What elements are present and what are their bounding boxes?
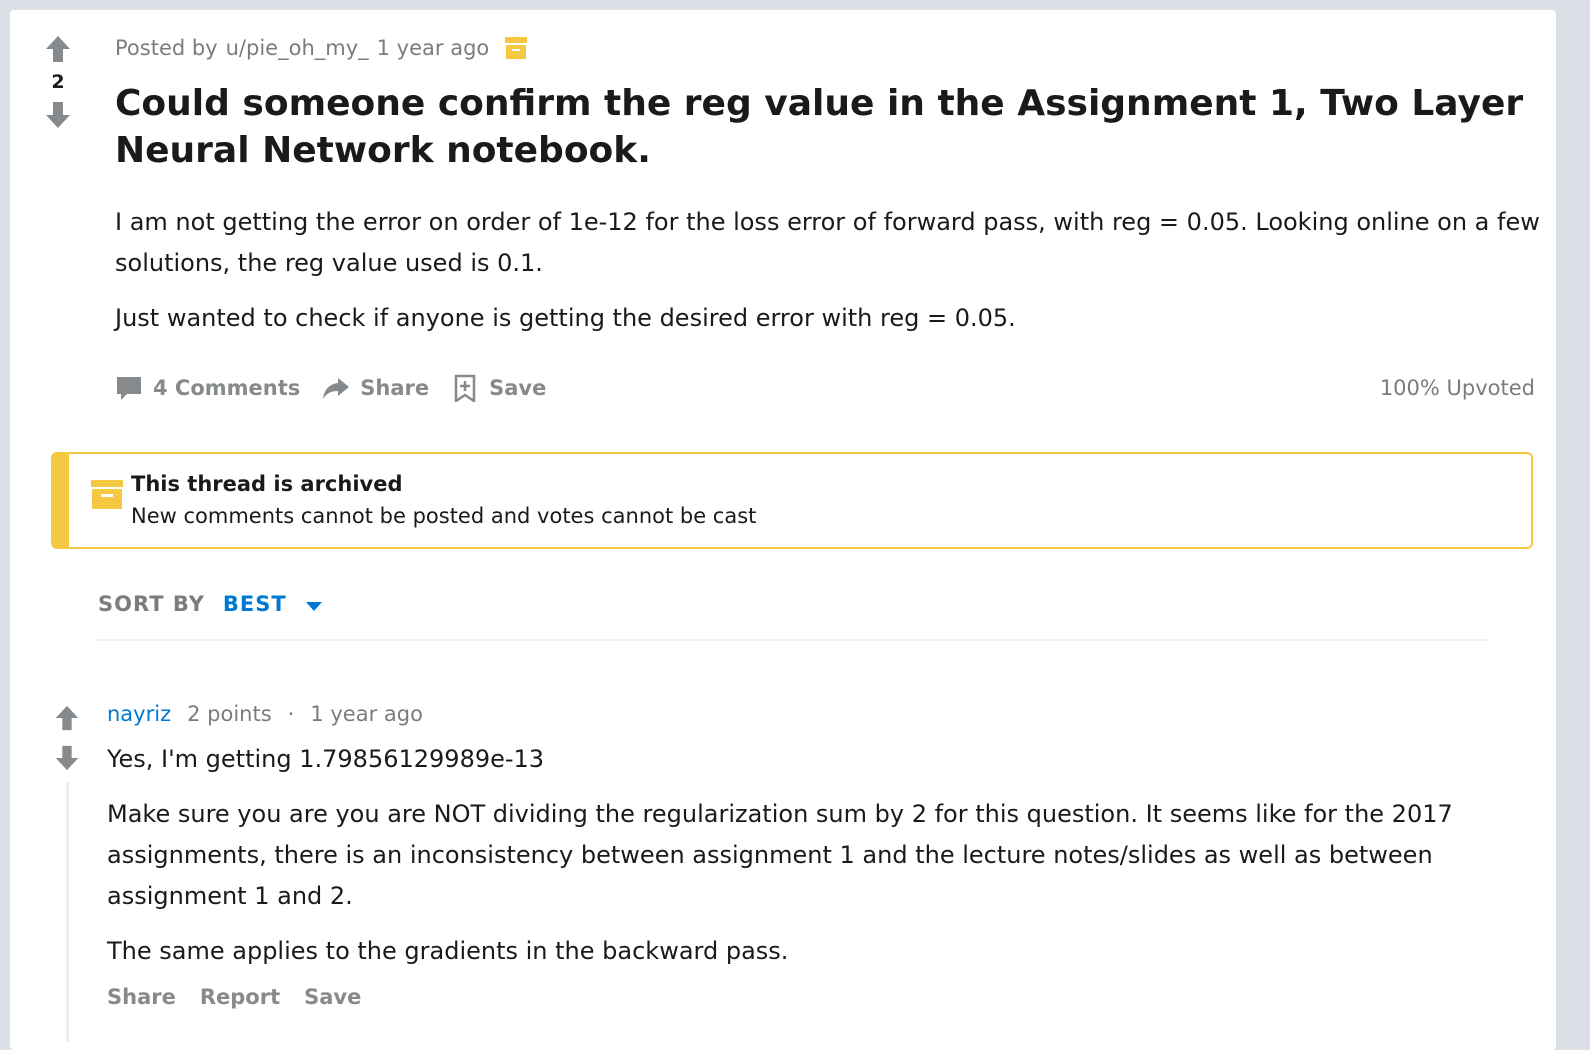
upvote-ratio: 100% Upvoted [1379,376,1535,400]
sort-dropdown[interactable]: BEST [223,592,287,616]
post-score: 2 [51,71,65,93]
archive-icon [505,37,528,59]
post-actions: 4 Comments Share Save 100% Upvoted [115,368,1535,408]
post-card: 2 Posted by u/pie_oh_my_ 1 year ago Coul… [10,10,1556,1050]
post-time[interactable]: 1 year ago [377,36,490,60]
post-vote-column: 2 [38,34,78,130]
divider [98,639,1487,641]
comment-save-button[interactable]: Save [304,985,361,1009]
post-body-paragraph: Just wanted to check if anyone is gettin… [115,304,1016,332]
share-label: Share [360,376,430,400]
comments-label: 4 Comments [153,376,301,400]
comment-paragraph: Yes, I'm getting 1.79856129989e-13 [107,745,545,773]
downvote-arrow-icon[interactable] [54,744,80,772]
archived-description: New comments cannot be posted and votes … [131,504,757,528]
meta-separator: · [287,702,295,726]
comments-button[interactable]: 4 Comments [115,374,300,402]
post-body-paragraph: I am not getting the error on order of 1… [115,208,1540,277]
comment-actions: Share Report Save [107,985,361,1009]
posted-by-label: Posted by [115,36,218,60]
bookmark-icon [454,374,476,402]
upvote-arrow-icon[interactable] [54,704,80,732]
comment-icon [117,377,141,400]
post-title[interactable]: Could someone confirm the reg value in t… [115,80,1535,174]
comment-meta: nayriz 2 points · 1 year ago [107,702,423,726]
save-label: Save [489,376,547,400]
comment-share-button[interactable]: Share [107,985,176,1009]
post-meta: Posted by u/pie_oh_my_ 1 year ago [115,35,528,61]
comment-paragraph: The same applies to the gradients in the… [107,937,789,965]
caret-down-icon[interactable] [305,600,323,612]
archived-banner: This thread is archived New comments can… [51,452,1533,549]
comment-vote-column [54,704,80,784]
upvote-arrow-icon[interactable] [45,34,71,64]
share-icon [323,378,350,399]
post-author-link[interactable]: u/pie_oh_my_ [226,36,369,60]
comment-thread-line[interactable] [66,782,69,1042]
share-button[interactable]: Share [322,374,429,402]
archived-title: This thread is archived [131,472,403,496]
post-body: I am not getting the error on order of 1… [115,202,1545,353]
comment-body: Yes, I'm getting 1.79856129989e-13 Make … [107,739,1517,986]
sort-label: SORT BY [98,592,205,616]
archive-icon [91,480,123,509]
save-button[interactable]: Save [451,374,546,402]
comment-report-button[interactable]: Report [200,985,280,1009]
comment-time[interactable]: 1 year ago [310,702,423,726]
comment-author-link[interactable]: nayriz [107,702,171,726]
comment-points: 2 points [187,702,272,726]
comment-paragraph: Make sure you are you are NOT dividing t… [107,800,1453,910]
sort-control: SORT BY BEST [98,592,323,616]
downvote-arrow-icon[interactable] [45,100,71,130]
